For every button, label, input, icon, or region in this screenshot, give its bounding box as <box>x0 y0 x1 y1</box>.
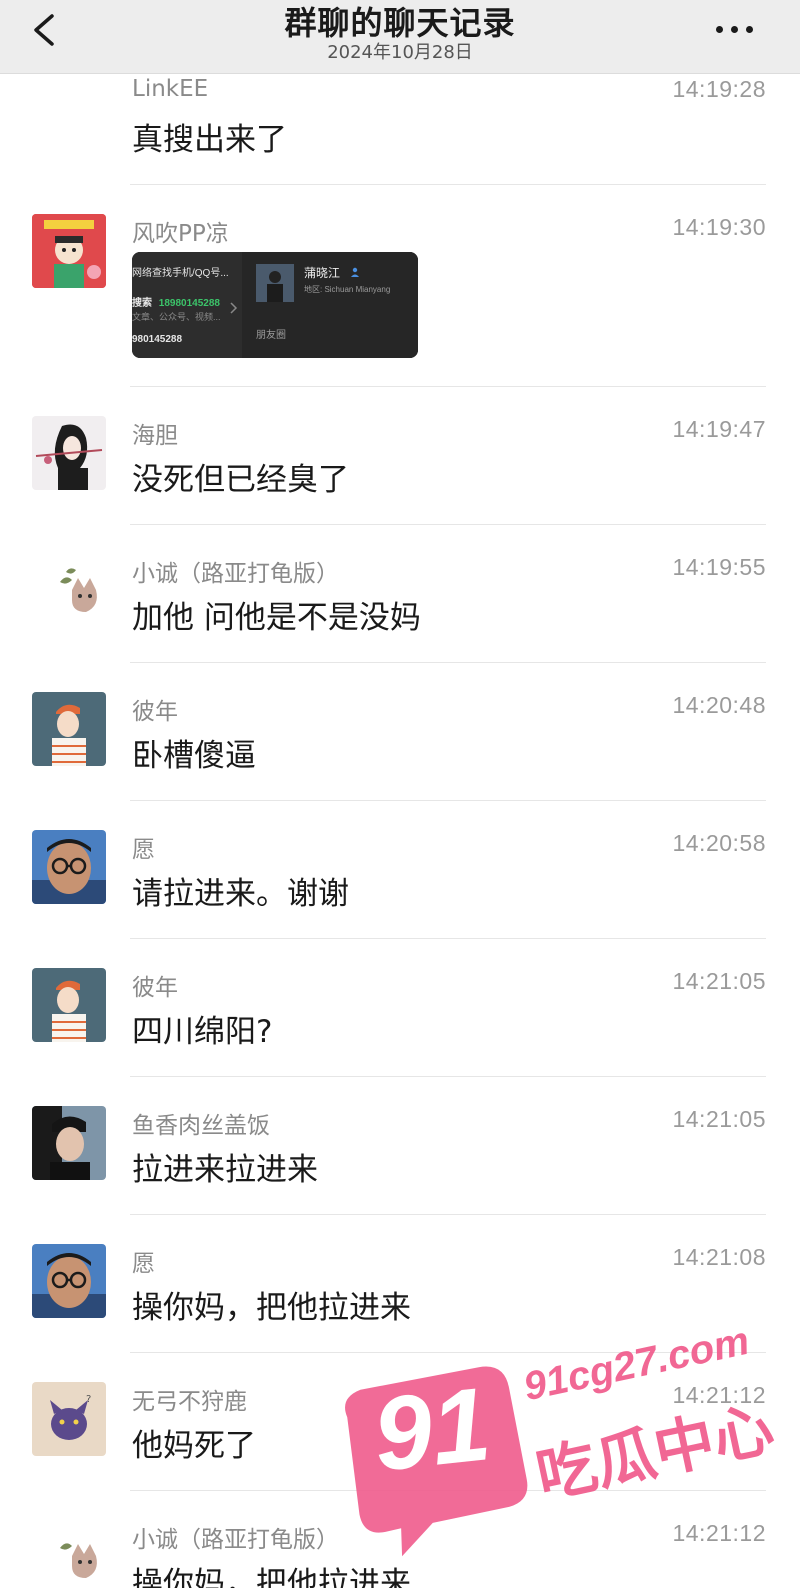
avatar[interactable] <box>32 1244 106 1318</box>
watermark: 91 91cg27.com 吃瓜中心 <box>338 1319 780 1558</box>
divider <box>130 386 766 387</box>
profile-name: 蒲晓江 <box>304 266 341 280</box>
person-photo-icon <box>256 264 294 302</box>
message-text[interactable]: 卧槽傻逼 <box>132 730 256 775</box>
divider <box>130 1076 766 1077</box>
message-text[interactable]: 没死但已经臭了 <box>132 454 349 499</box>
message-text[interactable]: 真搜出来了 <box>132 114 287 159</box>
message-time: 14:20:48 <box>672 692 766 718</box>
message-time: 14:19:28 <box>672 76 766 102</box>
more-button[interactable] <box>716 18 756 38</box>
anime-avatar-icon <box>32 416 106 490</box>
sender-name: 鱼香肉丝盖饭 <box>132 1113 270 1139</box>
cat-avatar-icon <box>32 554 106 628</box>
divider <box>130 524 766 525</box>
more-dot-icon <box>716 26 723 33</box>
message-time: 14:19:55 <box>672 554 766 580</box>
more-dot-icon <box>746 26 753 33</box>
sender-name: 彼年 <box>132 975 178 1001</box>
more-dot-icon <box>731 26 738 33</box>
chevron-right-icon <box>230 302 238 314</box>
search-panel: 网络查找手机/QQ号... 搜索 18980145288 文章、公众号、视频..… <box>132 252 242 358</box>
sender-name: 海胆 <box>132 423 178 449</box>
message-time: 14:21:05 <box>672 968 766 994</box>
message-text[interactable]: 加他 问他是不是没妈 <box>132 592 421 637</box>
sender-name: 小诚（路亚打龟版） <box>132 1527 339 1553</box>
avatar[interactable] <box>32 416 106 490</box>
message-time: 14:19:30 <box>672 214 766 240</box>
sender-name: 愿 <box>132 837 155 863</box>
avatar[interactable] <box>32 830 106 904</box>
avatar[interactable] <box>32 554 106 628</box>
message-time: 14:19:47 <box>672 416 766 442</box>
moments-label: 朋友圈 <box>256 330 286 341</box>
portrait-avatar-icon <box>32 1106 106 1180</box>
message-text[interactable]: 四川绵阳? <box>132 1006 272 1051</box>
cat-avatar-icon <box>32 1520 106 1588</box>
person-icon <box>350 267 359 277</box>
avatar[interactable] <box>32 1106 106 1180</box>
search-number: 18980145288 <box>158 298 220 309</box>
message-text[interactable]: 操你妈，把他拉进来 <box>132 1282 411 1327</box>
profile-avatar <box>256 264 294 302</box>
profile-panel: 蒲晓江 地区: Sichuan Mianyang 朋友圈 <box>242 252 418 358</box>
search-label: 搜索 <box>132 298 152 309</box>
watermark-number: 91 <box>368 1366 496 1494</box>
cartoon-avatar-icon <box>32 214 106 288</box>
message-time: 14:21:08 <box>672 1244 766 1270</box>
avatar[interactable] <box>32 214 106 288</box>
divider <box>130 800 766 801</box>
sender-name: 小诚（路亚打龟版） <box>132 561 339 587</box>
avatar[interactable] <box>32 692 106 766</box>
boy-avatar-icon <box>32 692 106 766</box>
sender-name: 风吹PP凉 <box>132 221 229 247</box>
avatar[interactable]: ? <box>32 1382 106 1456</box>
sender-name: 彼年 <box>132 699 178 725</box>
boy-avatar-icon <box>32 968 106 1042</box>
sender-name: 愿 <box>132 1251 155 1277</box>
divider <box>130 1214 766 1215</box>
man-photo-avatar-icon <box>32 830 106 904</box>
monster-avatar-icon: ? <box>32 1382 106 1456</box>
search-screenshot-card[interactable]: 网络查找手机/QQ号... 搜索 18980145288 文章、公众号、视频..… <box>132 252 418 358</box>
man-photo-avatar-icon <box>32 1244 106 1318</box>
page-date: 2024年10月28日 <box>327 42 473 63</box>
search-hint: 文章、公众号、视频... <box>132 312 221 322</box>
svg-text:?: ? <box>86 1394 91 1405</box>
message-text[interactable]: 请拉进来。谢谢 <box>132 868 349 913</box>
chat-history-header: 群聊的聊天记录 2024年10月28日 <box>0 0 800 74</box>
avatar[interactable] <box>32 1520 106 1588</box>
message-time: 14:20:58 <box>672 830 766 856</box>
divider <box>130 938 766 939</box>
avatar[interactable] <box>32 968 106 1042</box>
sender-name: LinkEE <box>132 76 209 102</box>
search-panel-title: 网络查找手机/QQ号... <box>132 268 229 279</box>
sender-name: 无弓不狩鹿 <box>132 1389 247 1415</box>
profile-region: 地区: Sichuan Mianyang <box>304 285 391 294</box>
divider <box>130 662 766 663</box>
search-line: 搜索 18980145288 <box>132 294 220 309</box>
divider <box>130 184 766 185</box>
profile-name-line: 蒲晓江 <box>304 264 360 281</box>
search-bottom-number: 980145288 <box>132 334 183 345</box>
message-text[interactable]: 他妈死了 <box>132 1420 256 1465</box>
message-text[interactable]: 拉进来拉进来 <box>132 1144 318 1189</box>
message-time: 14:21:05 <box>672 1106 766 1132</box>
message-text[interactable]: 操你妈，把他拉进来 <box>132 1558 411 1588</box>
